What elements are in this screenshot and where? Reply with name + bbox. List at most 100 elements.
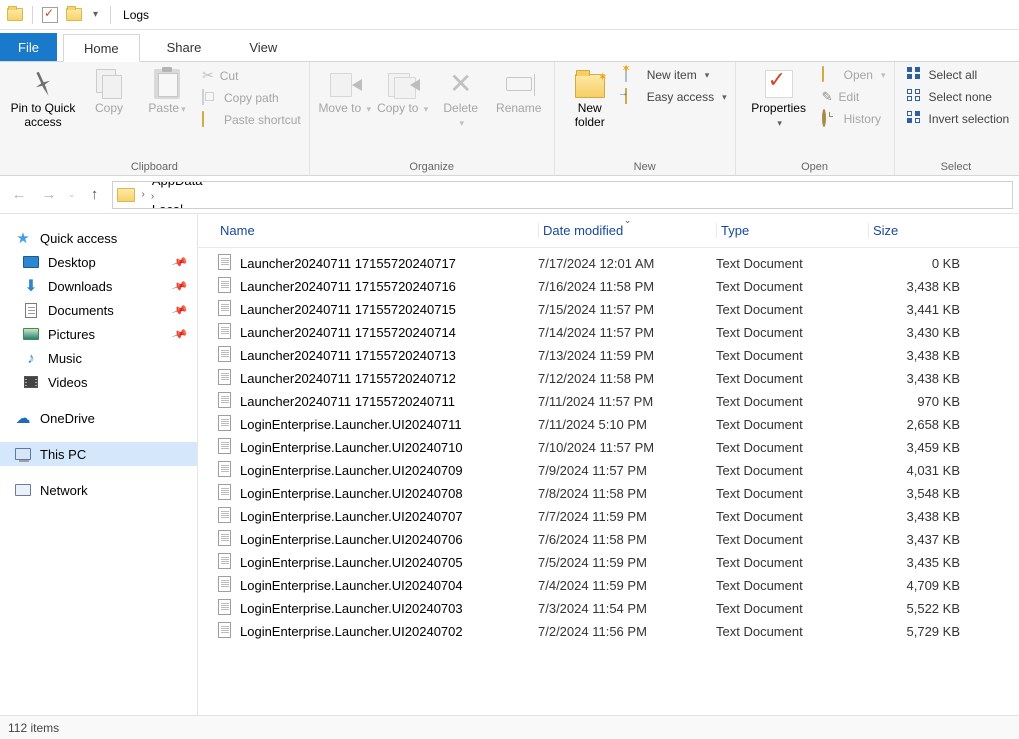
qat-customize-dropdown[interactable]: ▾: [87, 9, 104, 20]
paste-shortcut-button[interactable]: Paste shortcut: [200, 111, 303, 129]
file-row[interactable]: LoginEnterprise.Launcher.UI202407077/7/2…: [198, 505, 1019, 528]
tab-share[interactable]: Share: [146, 33, 223, 61]
file-name: Launcher20240711 17155720240712: [240, 371, 538, 386]
separator: [32, 6, 33, 24]
sidebar-documents[interactable]: Documents 📌: [0, 298, 197, 322]
file-row[interactable]: Launcher20240711 171557202407177/17/2024…: [198, 252, 1019, 275]
sidebar-this-pc[interactable]: This PC: [0, 442, 197, 466]
sidebar-network[interactable]: Network: [0, 478, 197, 502]
file-row[interactable]: LoginEnterprise.Launcher.UI202407097/9/2…: [198, 459, 1019, 482]
new-item-icon: [625, 66, 627, 82]
invert-selection-button[interactable]: Invert selection: [905, 110, 1012, 128]
copy-to-button[interactable]: Copy to ▾: [374, 66, 432, 118]
tab-home[interactable]: Home: [63, 34, 140, 62]
column-header-date-label: Date modified: [543, 223, 623, 238]
recent-locations-dropdown[interactable]: ⌄: [66, 189, 78, 200]
column-header-type[interactable]: Type: [716, 223, 868, 238]
file-list[interactable]: Launcher20240711 171557202407177/17/2024…: [198, 248, 1019, 715]
sidebar-pictures[interactable]: Pictures 📌: [0, 322, 197, 346]
file-size: 3,548 KB: [868, 486, 960, 501]
column-header-name[interactable]: Name: [216, 223, 538, 238]
open-button[interactable]: Open ▾: [820, 66, 888, 84]
sidebar-item-label: Network: [40, 483, 88, 498]
file-name: Launcher20240711 17155720240717: [240, 256, 538, 271]
back-button[interactable]: ←: [6, 182, 32, 208]
delete-button[interactable]: ✕ Delete▾: [432, 66, 490, 132]
sidebar-music[interactable]: ♪ Music: [0, 346, 197, 370]
file-date: 7/7/2024 11:59 PM: [538, 509, 716, 524]
paste-button[interactable]: Paste▾: [138, 66, 196, 118]
file-row[interactable]: LoginEnterprise.Launcher.UI202407047/4/2…: [198, 574, 1019, 597]
chevron-right-icon[interactable]: ›: [139, 189, 148, 200]
file-row[interactable]: LoginEnterprise.Launcher.UI202407107/10/…: [198, 436, 1019, 459]
address-bar[interactable]: › This PC›Windows 10 (C:)›Users›svc_e03›…: [112, 181, 1013, 209]
file-row[interactable]: Launcher20240711 171557202407117/11/2024…: [198, 390, 1019, 413]
copy-path-button[interactable]: Copy path: [200, 89, 303, 107]
new-item-button[interactable]: New item ▾: [623, 66, 729, 84]
paste-label: Paste: [148, 101, 179, 115]
sidebar-desktop[interactable]: Desktop 📌: [0, 250, 197, 274]
file-date: 7/12/2024 11:58 PM: [538, 371, 716, 386]
column-header-size[interactable]: Size: [868, 223, 968, 238]
file-size: 3,441 KB: [868, 302, 960, 317]
file-size: 4,709 KB: [868, 578, 960, 593]
file-row[interactable]: Launcher20240711 171557202407167/16/2024…: [198, 275, 1019, 298]
breadcrumb-segment[interactable]: AppData: [148, 181, 252, 188]
properties-button[interactable]: Properties▾: [742, 66, 816, 132]
file-row[interactable]: LoginEnterprise.Launcher.UI202407067/6/2…: [198, 528, 1019, 551]
sidebar-item-label: Videos: [48, 375, 88, 390]
file-row[interactable]: LoginEnterprise.Launcher.UI202407057/5/2…: [198, 551, 1019, 574]
column-header-date[interactable]: ⌄Date modified: [538, 223, 716, 238]
file-type: Text Document: [716, 532, 868, 547]
select-all-label: Select all: [929, 68, 978, 82]
select-none-button[interactable]: Select none: [905, 88, 1012, 106]
quick-access-toolbar: ▾: [4, 4, 115, 26]
file-row[interactable]: Launcher20240711 171557202407157/15/2024…: [198, 298, 1019, 321]
up-button[interactable]: ↑: [82, 182, 108, 208]
copy-icon: [96, 69, 122, 99]
delete-icon: ✕: [449, 70, 472, 98]
file-size: 3,437 KB: [868, 532, 960, 547]
file-date: 7/9/2024 11:57 PM: [538, 463, 716, 478]
pin-icon: [26, 67, 61, 102]
easy-access-button[interactable]: Easy access ▾: [623, 88, 729, 106]
chevron-right-icon[interactable]: ›: [148, 191, 157, 202]
document-icon: [25, 303, 37, 318]
move-to-button[interactable]: Move to ▾: [316, 66, 374, 118]
copy-button[interactable]: Copy: [80, 66, 138, 118]
forward-button[interactable]: →: [36, 182, 62, 208]
sidebar-downloads[interactable]: ⬇ Downloads 📌: [0, 274, 197, 298]
desktop-icon: [23, 256, 39, 268]
pin-to-quick-access-button[interactable]: Pin to Quick access: [6, 66, 80, 132]
tab-file[interactable]: File: [0, 33, 57, 61]
sidebar-item-label: Downloads: [48, 279, 112, 294]
open-group-label: Open: [742, 161, 888, 173]
chevron-down-icon: ▾: [705, 70, 710, 81]
breadcrumb-segment[interactable]: Local: [148, 202, 252, 209]
sidebar-videos[interactable]: Videos: [0, 370, 197, 394]
select-all-button[interactable]: Select all: [905, 66, 1012, 84]
pin-icon: 📌: [171, 325, 189, 343]
file-date: 7/17/2024 12:01 AM: [538, 256, 716, 271]
file-row[interactable]: LoginEnterprise.Launcher.UI202407117/11/…: [198, 413, 1019, 436]
ribbon-group-open: Properties▾ Open ▾ ✎ Edit History Open: [736, 62, 895, 175]
edit-button[interactable]: ✎ Edit: [820, 88, 888, 106]
sidebar-onedrive[interactable]: ☁ OneDrive: [0, 406, 197, 430]
new-folder-button[interactable]: New folder: [561, 66, 619, 132]
file-date: 7/8/2024 11:58 PM: [538, 486, 716, 501]
file-row[interactable]: Launcher20240711 171557202407127/12/2024…: [198, 367, 1019, 390]
history-button[interactable]: History: [820, 110, 888, 128]
sidebar-quick-access[interactable]: ★ Quick access: [0, 226, 197, 250]
file-row[interactable]: LoginEnterprise.Launcher.UI202407027/2/2…: [198, 620, 1019, 643]
file-row[interactable]: LoginEnterprise.Launcher.UI202407087/8/2…: [198, 482, 1019, 505]
file-row[interactable]: Launcher20240711 171557202407137/13/2024…: [198, 344, 1019, 367]
chevron-down-icon: ▾: [181, 104, 186, 114]
rename-button[interactable]: Rename: [490, 66, 548, 118]
file-row[interactable]: Launcher20240711 171557202407147/14/2024…: [198, 321, 1019, 344]
tab-view[interactable]: View: [228, 33, 298, 61]
file-row[interactable]: LoginEnterprise.Launcher.UI202407037/3/2…: [198, 597, 1019, 620]
qat-folder-button[interactable]: [63, 4, 85, 26]
qat-properties-button[interactable]: [39, 4, 61, 26]
move-to-icon: [330, 69, 360, 99]
cut-button[interactable]: ✂ Cut: [200, 66, 303, 85]
